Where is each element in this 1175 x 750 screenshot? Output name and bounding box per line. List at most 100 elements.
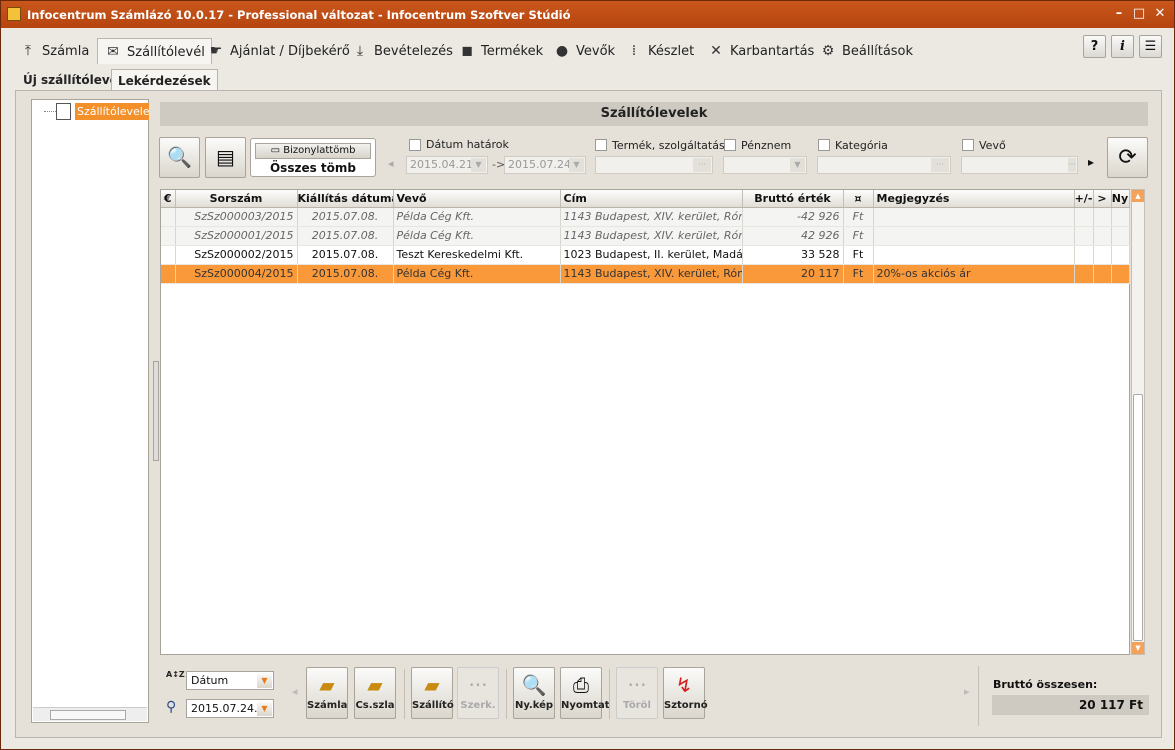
scroll-thumb[interactable]: [1133, 394, 1143, 641]
total-box: Bruttó összesen: 20 117 Ft: [978, 666, 1150, 726]
search-button[interactable]: 🔍: [159, 137, 200, 178]
chevron-down-icon: ▼: [471, 158, 486, 172]
col-cim[interactable]: Cím: [560, 190, 743, 208]
row-sorszam: SzSz000003/2015: [175, 207, 298, 227]
close-button[interactable]: ✕: [1151, 5, 1169, 23]
col-vevo[interactable]: Vevő: [393, 190, 561, 208]
table-row[interactable]: SzSz000003/2015 2015.07.08. Példa Cég Kf…: [161, 207, 1130, 227]
combo-value: 2015.07.24.: [508, 158, 575, 171]
product-field[interactable]: ···: [595, 156, 713, 174]
nav-right-arrow[interactable]: ▸: [1088, 155, 1094, 169]
col-plus-minus[interactable]: +/-: [1074, 190, 1094, 208]
customer-field[interactable]: ···: [961, 156, 1078, 174]
row-arrow: [1093, 207, 1112, 227]
col-penznem[interactable]: ¤: [843, 190, 874, 208]
date-limits-checkbox[interactable]: [409, 139, 421, 151]
refresh-button[interactable]: ⟳: [1107, 137, 1148, 178]
subtab-lekerdezesek[interactable]: Lekérdezések: [111, 69, 218, 91]
bizonylattomb-button[interactable]: ▭ Bizonylattömb: [255, 143, 371, 159]
ellipsis-icon[interactable]: ···: [693, 158, 711, 172]
tab-ajanlat[interactable]: ☛ Ajánlat / Díjbekérő: [207, 38, 350, 64]
nav-right-arrow[interactable]: ▸: [964, 685, 970, 698]
row-note: [873, 207, 1075, 227]
date-from-combo[interactable]: 2015.04.21. ▼: [406, 156, 488, 174]
info-button[interactable]: i: [1111, 35, 1134, 58]
search-date-combo[interactable]: 2015.07.24. ▼: [186, 699, 274, 718]
toolbar-separator: [609, 669, 610, 719]
tree-panel: Szállítólevelek: [31, 99, 149, 723]
ellipsis-icon[interactable]: ···: [931, 158, 949, 172]
tab-label: Beállítások: [842, 44, 914, 59]
table-row-selected[interactable]: SzSz000004/2015 2015.07.08. Példa Cég Kf…: [161, 264, 1130, 284]
tab-termekek[interactable]: ◼ Termékek: [458, 38, 543, 64]
category-checkbox[interactable]: [818, 139, 830, 151]
tab-keszlet[interactable]: ⁞ Készlet: [625, 38, 694, 64]
tab-vevok[interactable]: ● Vevők: [553, 38, 615, 64]
tab-karbantartas[interactable]: ✕ Karbantartás: [707, 38, 814, 64]
row-customer: Példa Cég Kft.: [393, 264, 561, 284]
sztorno-button[interactable]: ↯ Sztornó: [663, 667, 708, 719]
cs-szla-button[interactable]: ▰ Cs.szla: [354, 667, 396, 719]
search-icon: ⚲: [166, 699, 177, 715]
row-address: 1143 Budapest, XIV. kerület, Róna u.: [560, 226, 743, 246]
magnifier-folder-icon: 🔍: [167, 145, 192, 169]
col-ny[interactable]: Ny: [1111, 190, 1130, 208]
grid-icon: ⁞: [631, 43, 637, 59]
row-address: 1023 Budapest, II. kerület, Madár u. 5: [560, 245, 743, 265]
col-brutto-ertek[interactable]: Bruttó érték: [742, 190, 844, 208]
category-field[interactable]: ···: [817, 156, 951, 174]
nav-left-arrow[interactable]: ◂: [388, 157, 394, 170]
button-label: Számla: [307, 700, 348, 711]
table-row[interactable]: SzSz000002/2015 2015.07.08. Teszt Keresk…: [161, 245, 1130, 265]
tree-hscroll[interactable]: [33, 707, 147, 721]
szamla-button[interactable]: ▰ Számla: [306, 667, 348, 719]
tree-node-szallitolevelek[interactable]: Szállítólevelek: [75, 103, 149, 120]
tab-szamla[interactable]: ⤒ Számla: [19, 38, 89, 64]
col-arrow[interactable]: >: [1093, 190, 1112, 208]
table-row[interactable]: SzSz000001/2015 2015.07.08. Példa Cég Kf…: [161, 226, 1130, 246]
torol-button[interactable]: ··· Töröl: [616, 667, 658, 719]
nav-left-arrow[interactable]: ◂: [292, 685, 298, 698]
customer-checkbox[interactable]: [962, 139, 974, 151]
cell-text: SzSz000004/2015: [194, 267, 294, 280]
row-address: 1143 Budapest, XIV. kerület, Róna u.: [560, 207, 743, 227]
archive-button[interactable]: ▤: [205, 137, 246, 178]
col-megjegyzes[interactable]: Megjegyzés: [873, 190, 1075, 208]
row-sorszam: SzSz000004/2015: [175, 264, 298, 284]
panel-splitter[interactable]: [153, 361, 159, 461]
scroll-up-icon[interactable]: ▲: [1132, 190, 1144, 202]
scroll-thumb[interactable]: [50, 710, 126, 720]
col-kiallitas-datuma[interactable]: Kiállítás dátuma: [297, 190, 394, 208]
szerk-button[interactable]: ··· Szerk.: [457, 667, 499, 719]
row-gross: 33 528: [742, 245, 844, 265]
tab-beallitasok[interactable]: ⚙ Beállítások: [819, 38, 913, 64]
minimize-button[interactable]: –: [1110, 5, 1128, 23]
col-sorszam[interactable]: Sorszám: [175, 190, 298, 208]
row-customer: Teszt Kereskedelmi Kft.: [393, 245, 561, 265]
date-to-combo[interactable]: 2015.07.24. ▼: [504, 156, 586, 174]
sort-combo[interactable]: Dátum ▼: [186, 671, 274, 690]
grid-vscroll[interactable]: ▲ ▼: [1131, 189, 1145, 655]
ny-kep-button[interactable]: 🔍 Ny.kép: [513, 667, 555, 719]
product-checkbox[interactable]: [595, 139, 607, 151]
nyomtat-button[interactable]: ⎙ Nyomtat: [560, 667, 610, 719]
currency-checkbox[interactable]: [724, 139, 736, 151]
help-button[interactable]: ?: [1083, 35, 1106, 58]
gear-icon: ⚙: [821, 43, 835, 59]
cell-text: SzSz000001/2015: [194, 229, 294, 242]
delivery-notes-grid: € Sorszám Kiállítás dátuma Vevő Cím Brut…: [160, 189, 1130, 655]
print-preview-icon: 🔍: [521, 673, 547, 697]
maximize-button[interactable]: □: [1130, 5, 1148, 23]
tab-label: Bevételezés: [374, 44, 453, 59]
col-currency-flag[interactable]: €: [161, 190, 176, 208]
hand-icon: ☛: [209, 43, 223, 59]
tab-szallitolevel[interactable]: ✉ Szállítólevél: [97, 38, 212, 64]
szallito-button[interactable]: ▰ Szállító: [411, 667, 454, 719]
tab-bevetelezes[interactable]: ⤓ Bevételezés: [351, 38, 453, 64]
currency-combo[interactable]: ▼: [723, 156, 807, 174]
ellipsis-icon[interactable]: ···: [1068, 158, 1076, 172]
list-button[interactable]: ☰: [1139, 35, 1162, 58]
scroll-down-icon[interactable]: ▼: [1132, 642, 1144, 654]
row-flag: [161, 245, 176, 265]
ellipsis-icon: ···: [468, 673, 488, 697]
